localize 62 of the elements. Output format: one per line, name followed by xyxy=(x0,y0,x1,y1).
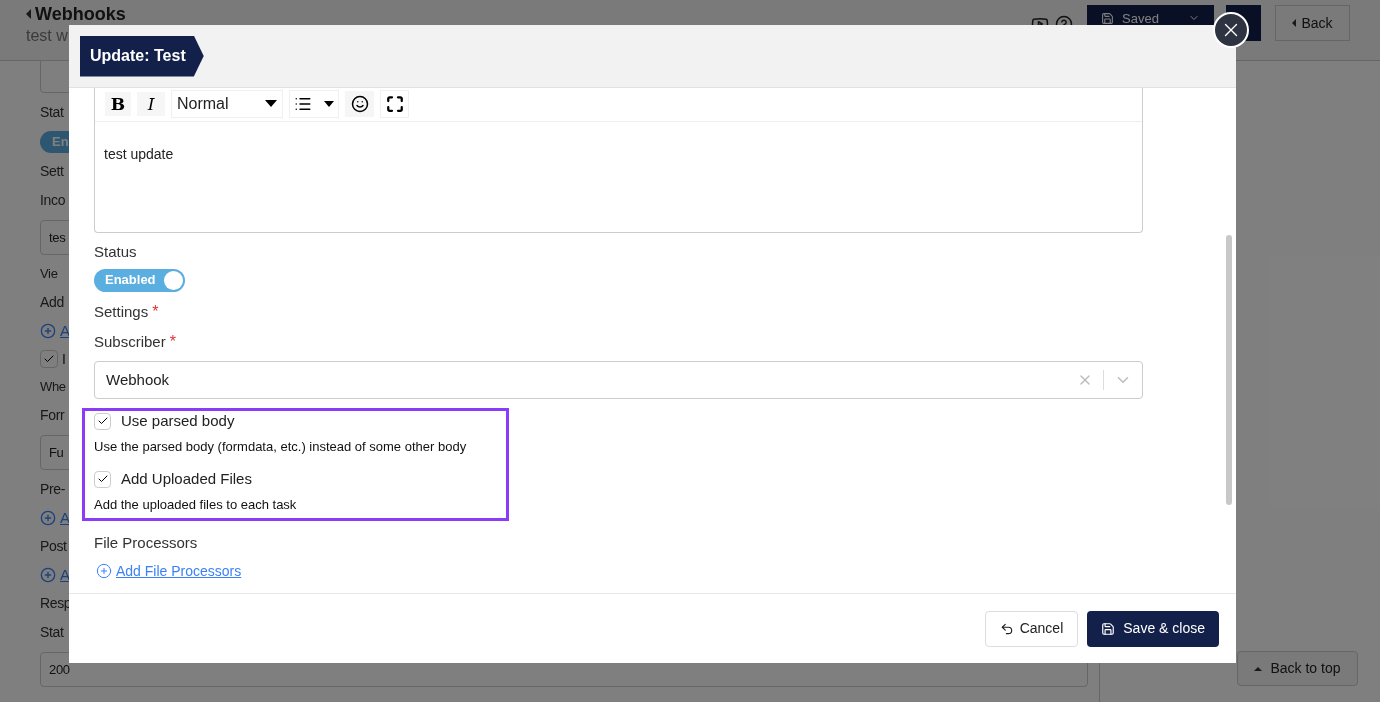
emoji-button[interactable] xyxy=(345,90,374,117)
checkbox-label: Use parsed body xyxy=(121,410,235,431)
add-file-processors-link[interactable]: Add File Processors xyxy=(116,560,242,582)
add-link[interactable]: A xyxy=(60,319,70,343)
save-close-button[interactable]: Save & close xyxy=(1087,610,1219,647)
required-mark: * xyxy=(169,332,176,352)
hint-text: Whe xyxy=(40,378,66,397)
fullscreen-button[interactable] xyxy=(380,89,409,118)
checkbox-label: I xyxy=(62,349,66,369)
plus-icon xyxy=(40,323,56,339)
field-label: Inco xyxy=(40,191,66,210)
plus-icon xyxy=(40,510,56,526)
scrollbar-thumb[interactable] xyxy=(1226,235,1232,505)
checkbox[interactable] xyxy=(40,350,58,368)
checkbox[interactable] xyxy=(94,412,111,430)
save-icon xyxy=(1101,12,1114,25)
smiley-icon xyxy=(350,94,369,113)
modal-title: Update: Test xyxy=(80,35,204,77)
add-link[interactable]: A xyxy=(60,563,70,587)
italic-button[interactable]: I xyxy=(137,91,165,116)
field-label: Subscriber xyxy=(94,331,166,352)
list-dropdown[interactable] xyxy=(289,89,339,118)
page-subtitle: test w xyxy=(26,27,68,44)
plus-icon xyxy=(96,563,112,579)
page-title[interactable]: Webhooks xyxy=(35,4,126,24)
field-label: Settings xyxy=(94,301,149,322)
cancel-button[interactable]: Cancel xyxy=(984,610,1079,647)
caret-icon xyxy=(1292,19,1297,27)
field-label: Stat xyxy=(40,623,64,642)
save-icon xyxy=(1101,621,1116,636)
check-icon xyxy=(96,473,109,485)
field-label: Add xyxy=(40,293,64,312)
undo-icon xyxy=(999,621,1014,636)
toggle-switch[interactable]: Enabled xyxy=(94,268,185,292)
caret-icon xyxy=(26,9,31,19)
field-label: Stat xyxy=(40,103,64,122)
rich-text-editor[interactable]: B I Normal test update xyxy=(94,88,1143,233)
field-label: Status xyxy=(94,241,137,262)
field-label: Sett xyxy=(40,162,64,181)
checkbox-label: Add Uploaded Files xyxy=(121,468,252,489)
caret-icon xyxy=(1254,666,1263,671)
field-label: Post xyxy=(40,537,67,556)
field-label: Pre- xyxy=(40,480,66,499)
fullscreen-icon xyxy=(385,94,404,113)
caret-icon xyxy=(324,100,334,107)
field-label: Forr xyxy=(40,406,65,425)
plus-icon xyxy=(40,567,56,583)
bold-button[interactable]: B xyxy=(105,91,131,116)
option-description: Add the uploaded files to each task xyxy=(94,496,297,515)
editor-text: test update xyxy=(104,146,174,162)
format-dropdown[interactable]: Normal xyxy=(171,89,283,118)
back-button[interactable]: Back xyxy=(1275,5,1350,41)
caret-icon xyxy=(265,100,277,107)
option-description: Use the parsed body (formdata, etc.) instead of some other body xyxy=(94,438,467,457)
back-to-top-button[interactable]: Back to top xyxy=(1237,651,1358,686)
check-icon xyxy=(43,353,55,365)
hint-text: Vie xyxy=(40,265,58,284)
checkbox[interactable] xyxy=(94,470,111,488)
required-mark: * xyxy=(152,302,159,322)
check-icon xyxy=(96,415,109,427)
add-link[interactable]: A xyxy=(60,506,70,530)
field-label: File Processors xyxy=(94,532,198,553)
